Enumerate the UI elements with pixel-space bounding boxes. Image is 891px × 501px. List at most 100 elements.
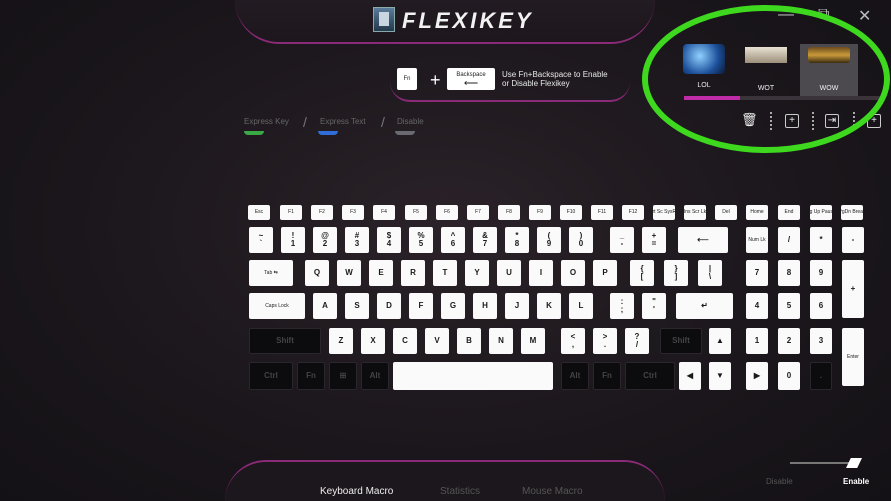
tab-disable[interactable]: Disable [397,117,424,126]
key-r0-5[interactable]: F5 [405,205,427,220]
key-r0-10[interactable]: F10 [560,205,582,220]
key-r0-7[interactable]: F7 [467,205,489,220]
key-r3-7[interactable]: J [505,293,529,319]
key-r4-8[interactable]: < , [561,328,585,354]
key-r4-0[interactable]: Shift [249,328,321,354]
key-r3-11[interactable]: " ' [642,293,666,319]
key-r1-3[interactable]: # 3 [345,227,369,253]
disable-option[interactable]: Disable [766,477,793,486]
profile-lol[interactable]: LOL [675,44,733,94]
key-r5-7[interactable]: Ctrl [625,362,675,390]
key-r4-3[interactable]: C [393,328,417,354]
key-r4-6[interactable]: N [489,328,513,354]
key-r3-15[interactable]: 6 [810,293,832,319]
key-r0-19[interactable]: PgDn Break [839,205,865,220]
key-r2-0[interactable]: Tab ⇆ [249,260,293,286]
key-r3-2[interactable]: S [345,293,369,319]
key-r2-1[interactable]: Q [305,260,329,286]
key-r5-0[interactable]: Ctrl [249,362,293,390]
delete-profile-icon[interactable]: 🗑 [741,113,758,128]
key-r0-16[interactable]: Home [746,205,768,220]
key-r4-5[interactable]: B [457,328,481,354]
key-r4-7[interactable]: M [521,328,545,354]
key-r0-3[interactable]: F3 [342,205,364,220]
profile-wow[interactable]: WOW [800,44,858,96]
key-r0-0[interactable]: Esc [248,205,270,220]
enable-toggle-knob[interactable] [846,458,862,468]
key-r4-1[interactable]: Z [329,328,353,354]
key-r5-1[interactable]: Fn [297,362,325,390]
profile-wot[interactable]: WOT [737,44,795,94]
key-r4-13[interactable]: 1 [746,328,768,354]
key-r2-6[interactable]: Y [465,260,489,286]
key-r1-12[interactable]: + = [642,227,666,253]
key-r0-15[interactable]: Del [715,205,737,220]
key-r4-4[interactable]: V [425,328,449,354]
key-r2-11[interactable]: { [ [630,260,654,286]
key-r4-15[interactable]: 3 [810,328,832,354]
key-r1-5[interactable]: % 5 [409,227,433,253]
key-r0-8[interactable]: F8 [498,205,520,220]
key-r5-9[interactable]: ▼ [709,362,731,390]
key-r5-10[interactable]: ▶ [746,362,768,390]
key-r0-6[interactable]: F6 [436,205,458,220]
key-r3-8[interactable]: K [537,293,561,319]
key-r4-9[interactable]: > . [593,328,617,354]
export-profile-icon[interactable]: ⇥ [825,114,839,128]
key-r4-12[interactable]: ▲ [709,328,731,354]
key-r0-12[interactable]: F12 [622,205,644,220]
key-r4-2[interactable]: X [361,328,385,354]
tab-statistics[interactable]: Statistics [440,486,480,497]
key-r0-4[interactable]: F4 [373,205,395,220]
enable-option[interactable]: Enable [843,477,869,486]
key-r0-1[interactable]: F1 [280,205,302,220]
key-r1-6[interactable]: ^ 6 [441,227,465,253]
key-r5-6[interactable]: Fn [593,362,621,390]
maximize-button[interactable]: ⧉ [818,6,829,24]
profile-scrollbar[interactable] [684,96,884,100]
key-r0-11[interactable]: F11 [591,205,613,220]
key-r5-2[interactable]: ⊞ [329,362,357,390]
key-r3-10[interactable]: : ; [610,293,634,319]
key-r4-10[interactable]: ? / [625,328,649,354]
key-r5-5[interactable]: Alt [561,362,589,390]
key-r1-9[interactable]: ( 9 [537,227,561,253]
key-r1-2[interactable]: @ 2 [313,227,337,253]
key-r2-17[interactable]: + [842,260,864,318]
key-r1-0[interactable]: ~ ` [249,227,273,253]
key-r0-17[interactable]: End [778,205,800,220]
minimize-button[interactable]: — [778,6,794,24]
key-r5-11[interactable]: 0 [778,362,800,390]
key-r3-9[interactable]: L [569,293,593,319]
key-r0-2[interactable]: F2 [311,205,333,220]
key-r3-13[interactable]: 4 [746,293,768,319]
key-r2-4[interactable]: R [401,260,425,286]
key-r0-18[interactable]: Pg Up Pause [806,205,836,220]
key-r2-5[interactable]: T [433,260,457,286]
key-r5-8[interactable]: ◀ [679,362,701,390]
tab-mouse-macro[interactable]: Mouse Macro [522,486,583,497]
key-r1-8[interactable]: * 8 [505,227,529,253]
add-profile-icon[interactable]: + [785,114,799,128]
key-r2-13[interactable]: | \ [698,260,722,286]
key-r1-1[interactable]: ! 1 [281,227,305,253]
key-r2-10[interactable]: P [593,260,617,286]
key-r2-14[interactable]: 7 [746,260,768,286]
key-r2-2[interactable]: W [337,260,361,286]
key-r1-15[interactable]: / [778,227,800,253]
key-r1-14[interactable]: Num Lk [746,227,768,253]
key-r4-11[interactable]: Shift [660,328,702,354]
tab-express-text[interactable]: Express Text [320,117,366,126]
key-r2-9[interactable]: O [561,260,585,286]
key-r2-3[interactable]: E [369,260,393,286]
key-r3-6[interactable]: H [473,293,497,319]
key-r1-7[interactable]: & 7 [473,227,497,253]
key-r4-14[interactable]: 2 [778,328,800,354]
key-r1-4[interactable]: $ 4 [377,227,401,253]
key-r3-4[interactable]: F [409,293,433,319]
key-r3-0[interactable]: Caps Lock [249,293,305,319]
key-r3-1[interactable]: A [313,293,337,319]
key-r0-9[interactable]: F9 [529,205,551,220]
import-profile-icon[interactable]: + [867,114,881,128]
key-r2-15[interactable]: 8 [778,260,800,286]
